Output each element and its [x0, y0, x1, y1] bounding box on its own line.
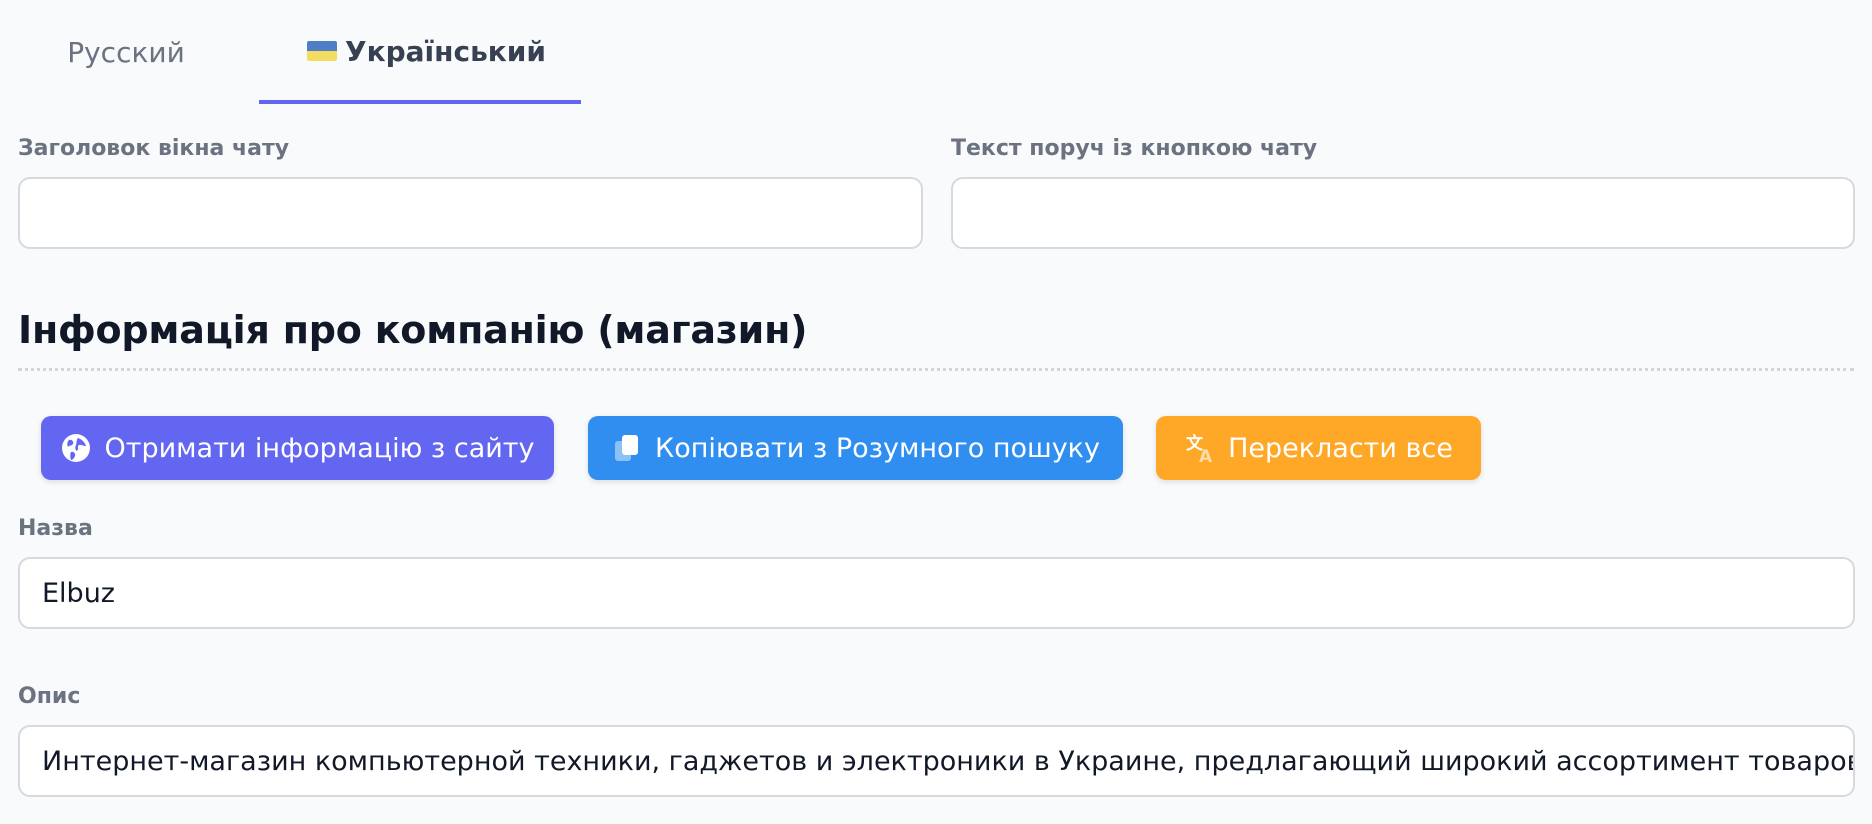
copy-from-smart-search-button[interactable]: Копіювати з Розумного пошуку	[588, 416, 1123, 480]
translate-all-button[interactable]: 文 A Перекласти все	[1156, 416, 1481, 480]
chat-button-text-label: Текст поруч із кнопкою чату	[951, 136, 1318, 161]
company-name-label: Назва	[18, 516, 93, 541]
tab-ukrainian-label: Український	[345, 34, 547, 68]
svg-text:A: A	[1199, 447, 1213, 464]
section-divider	[18, 368, 1854, 371]
chat-window-title-input[interactable]	[18, 177, 923, 249]
translate-icon: 文 A	[1184, 432, 1216, 464]
company-description-label: Опис	[18, 684, 81, 709]
tab-russian-label: Русский	[67, 35, 185, 69]
chat-button-text-input[interactable]	[951, 177, 1855, 249]
chat-window-title-label: Заголовок вікна чату	[18, 136, 290, 161]
language-tabs: Русский Український	[0, 0, 700, 104]
company-name-input[interactable]: Elbuz	[18, 557, 1855, 629]
company-section-title: Інформація про компанію (магазин)	[18, 308, 808, 352]
ukraine-flag-icon	[307, 41, 337, 61]
globe-icon	[60, 432, 92, 464]
fetch-site-info-button[interactable]: Отримати інформацію з сайту	[41, 416, 554, 480]
tab-ukrainian[interactable]: Український	[259, 0, 581, 104]
settings-page: Русский Український Заголовок вікна чату…	[0, 0, 1872, 824]
company-description-input[interactable]: Интернет-магазин компьютерной техники, г…	[18, 725, 1855, 797]
tab-russian[interactable]: Русский	[66, 0, 186, 104]
copy-from-smart-search-label: Копіювати з Розумного пошуку	[655, 432, 1100, 464]
copy-icon	[611, 432, 643, 464]
fetch-site-info-label: Отримати інформацію з сайту	[104, 432, 535, 464]
translate-all-label: Перекласти все	[1228, 432, 1453, 464]
